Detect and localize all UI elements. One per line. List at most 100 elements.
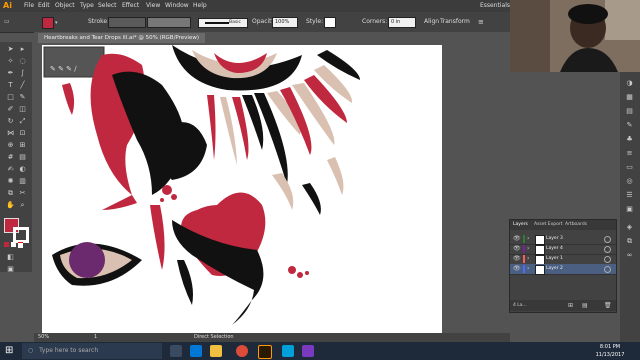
hand-tool-icon[interactable]: ✋ xyxy=(5,200,16,210)
graphic-style-swatch[interactable] xyxy=(324,17,336,28)
pen-tool-icon[interactable]: ✒ xyxy=(5,68,16,78)
layer-name[interactable]: Layer 1 xyxy=(546,254,563,264)
store-icon[interactable] xyxy=(282,345,294,357)
chevron-right-icon[interactable]: › xyxy=(527,254,529,264)
chevron-down-icon[interactable]: ▾ xyxy=(55,20,58,26)
gradient-panel-icon[interactable]: ▭ xyxy=(624,162,635,172)
rotate-tool-icon[interactable]: ↻ xyxy=(5,116,16,126)
direct-selection-tool-icon[interactable]: ▸ xyxy=(17,44,28,54)
type-tool-icon[interactable]: T xyxy=(5,80,16,90)
graph-tool-icon[interactable]: ▥ xyxy=(17,176,28,186)
width-tool-icon[interactable]: ⋈ xyxy=(5,128,16,138)
variable-width-field[interactable] xyxy=(147,17,191,28)
lasso-icon[interactable]: ◌ xyxy=(17,56,28,66)
chevron-right-icon[interactable]: › xyxy=(527,234,529,244)
edge-browser-icon[interactable] xyxy=(190,345,202,357)
stroke-panel-icon[interactable]: ≡ xyxy=(624,148,635,158)
zoom-level[interactable]: 50% xyxy=(38,333,49,342)
artboard[interactable]: ✎ ✎ ✎ ∕ xyxy=(42,45,442,335)
layer-name[interactable]: Layer 4 xyxy=(546,244,563,254)
corners-field[interactable]: 0 in xyxy=(388,17,416,28)
taskbar-search[interactable]: ○ Type here to search xyxy=(22,343,162,359)
mesh-tool-icon[interactable]: # xyxy=(5,152,16,162)
menu-view[interactable]: View xyxy=(146,0,160,12)
free-transform-icon[interactable]: ⊡ xyxy=(17,128,28,138)
scale-tool-icon[interactable]: ⤢ xyxy=(17,116,28,126)
target-icon[interactable] xyxy=(604,246,611,253)
chrome-icon[interactable] xyxy=(236,345,248,357)
layer-row-selected[interactable]: 👁 › Layer 2 xyxy=(510,264,616,275)
color-mode-icon[interactable] xyxy=(4,242,9,247)
target-icon[interactable] xyxy=(604,236,611,243)
graphic-styles-panel-icon[interactable]: ▣ xyxy=(624,204,635,214)
menu-object[interactable]: Object xyxy=(55,0,75,12)
eyedropper-icon[interactable]: ✍ xyxy=(5,164,16,174)
brush-definition[interactable]: Basic xyxy=(198,18,248,28)
perspective-grid-icon[interactable]: ⊞ xyxy=(17,140,28,150)
brushes-panel-icon[interactable]: ✎ xyxy=(624,120,635,130)
workspace-switcher[interactable]: Essentials xyxy=(480,1,510,11)
none-mode-icon[interactable] xyxy=(18,242,23,248)
file-explorer-icon[interactable] xyxy=(210,345,222,357)
chevron-right-icon[interactable]: › xyxy=(527,264,529,274)
menu-edit[interactable]: Edit xyxy=(38,0,50,12)
layers-panel-icon[interactable]: ◈ xyxy=(624,222,635,232)
app-icon[interactable] xyxy=(302,345,314,357)
slice-tool-icon[interactable]: ✂ xyxy=(17,188,28,198)
magic-wand-icon[interactable]: ✧ xyxy=(5,56,16,66)
symbol-sprayer-icon[interactable]: ✺ xyxy=(5,176,16,186)
new-layer-icon[interactable]: ⊞ xyxy=(568,300,573,311)
stroke-weight-field[interactable] xyxy=(108,17,146,28)
visibility-eye-icon[interactable]: 👁 xyxy=(513,244,521,254)
rectangle-tool-icon[interactable]: □ xyxy=(5,92,16,102)
target-icon[interactable] xyxy=(604,256,611,263)
color-panel-icon[interactable]: ◑ xyxy=(624,78,635,88)
line-tool-icon[interactable]: ╱ xyxy=(17,80,28,90)
chevron-right-icon[interactable]: › xyxy=(527,244,529,254)
shaper-tool-icon[interactable]: ✐ xyxy=(5,104,16,114)
system-clock[interactable]: 8:01 PM 11/13/2017 xyxy=(585,343,635,359)
menu-type[interactable]: Type xyxy=(80,0,94,12)
paintbrush-icon[interactable]: ✎ xyxy=(17,92,28,102)
new-sublayer-icon[interactable]: ▤ xyxy=(582,300,588,311)
visibility-eye-icon[interactable]: 👁 xyxy=(513,234,521,244)
libraries-panel-icon[interactable]: ▦ xyxy=(624,92,635,102)
selection-tool-icon[interactable]: ➤ xyxy=(5,44,16,54)
transparency-panel-icon[interactable]: ◎ xyxy=(624,176,635,186)
menu-select[interactable]: Select xyxy=(98,0,117,12)
gradient-mode-icon[interactable] xyxy=(11,242,16,247)
eraser-icon[interactable]: ◫ xyxy=(17,104,28,114)
shape-builder-icon[interactable]: ⊕ xyxy=(5,140,16,150)
menu-icon[interactable]: ≡ xyxy=(478,17,484,27)
symbols-panel-icon[interactable]: ♣ xyxy=(624,134,635,144)
menu-file[interactable]: File xyxy=(24,0,34,12)
appearance-panel-icon[interactable]: ☰ xyxy=(624,190,635,200)
tab-artboards[interactable]: Artboards xyxy=(565,220,587,230)
stroke-color-swatch[interactable] xyxy=(13,227,29,243)
links-panel-icon[interactable]: ∞ xyxy=(624,250,635,260)
layer-name[interactable]: Layer 3 xyxy=(546,234,563,244)
task-view-icon[interactable] xyxy=(170,345,182,357)
swatches-panel-icon[interactable]: ▤ xyxy=(624,106,635,116)
artboards-panel-icon[interactable]: ⧉ xyxy=(624,236,635,246)
document-tab[interactable]: Heartbreaks and Tear Drops ill.ai* @ 50%… xyxy=(38,33,205,43)
opacity-field[interactable]: 100% xyxy=(272,17,298,28)
transform-button[interactable]: Transform xyxy=(440,17,470,27)
illustrator-taskbar-icon[interactable] xyxy=(258,345,272,359)
windows-start-icon[interactable]: ⊞ xyxy=(5,345,17,357)
tab-layers[interactable]: Layers xyxy=(513,220,528,230)
visibility-eye-icon[interactable]: 👁 xyxy=(513,264,521,274)
screen-mode-icon[interactable]: ▣ xyxy=(5,264,16,274)
tab-asset-export[interactable]: Asset Export xyxy=(534,220,562,230)
align-button[interactable]: Align xyxy=(424,17,439,27)
blend-tool-icon[interactable]: ◐ xyxy=(17,164,28,174)
layer-name[interactable]: Layer 2 xyxy=(546,264,563,274)
artboard-tool-icon[interactable]: ⧉ xyxy=(5,188,16,198)
curvature-tool-icon[interactable]: ∫ xyxy=(17,68,28,78)
menu-window[interactable]: Window xyxy=(165,0,189,12)
menu-help[interactable]: Help xyxy=(193,0,207,12)
fill-swatch[interactable] xyxy=(42,17,54,29)
visibility-eye-icon[interactable]: 👁 xyxy=(513,254,521,264)
gradient-tool-icon[interactable]: ▤ xyxy=(17,152,28,162)
menu-effect[interactable]: Effect xyxy=(122,0,139,12)
